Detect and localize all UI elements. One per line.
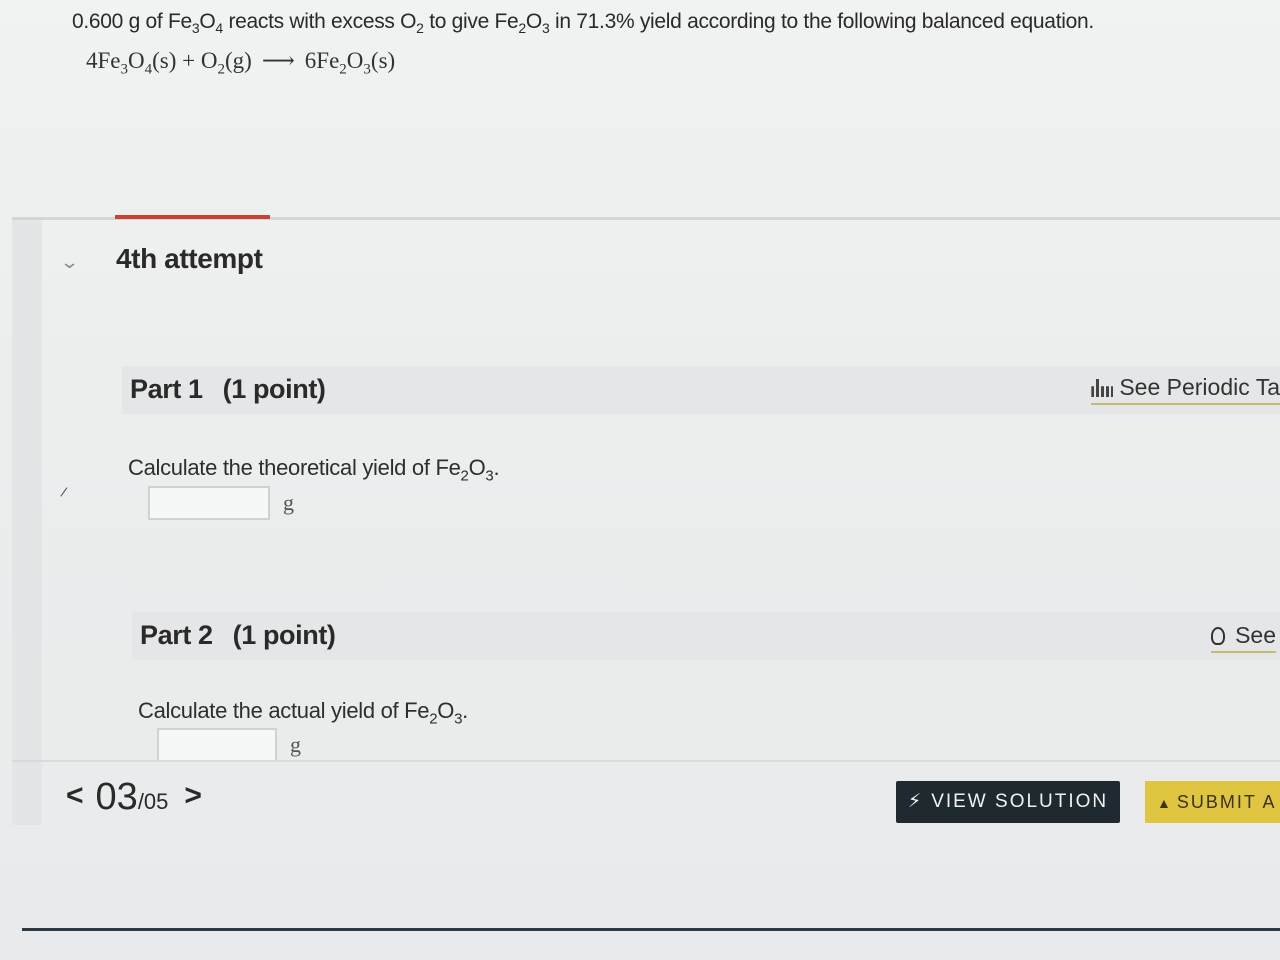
active-attempt-indicator [115, 215, 270, 219]
chevron-left-icon[interactable]: < [66, 779, 84, 813]
part2-header: Part 2 (1 point) See [132, 612, 1280, 660]
balanced-equation: 4Fe3O4(s) + O2(g) ⟶ 6Fe2O3(s) [86, 48, 396, 78]
question-text: 0.600 g of Fe3O4 reacts with excess O2 t… [72, 10, 1094, 37]
hint-link[interactable]: See [1211, 622, 1276, 653]
theoretical-yield-input[interactable] [148, 486, 270, 520]
pen-mark-icon: / [59, 483, 69, 501]
actual-yield-input[interactable] [157, 728, 277, 762]
lightbulb-icon [1211, 627, 1226, 645]
part1-header: Part 1 (1 point) See Periodic Ta [122, 366, 1280, 414]
part1-title: Part 1 (1 point) [130, 374, 326, 404]
footer-divider [12, 760, 1280, 762]
part2-unit: g [290, 732, 301, 757]
question-pager: <03/05 > [66, 776, 202, 819]
attempt-title[interactable]: 4th attempt [116, 243, 263, 275]
bottom-rule [22, 928, 1280, 931]
left-gutter [12, 220, 42, 825]
view-solution-button[interactable]: ⚡ VIEW SOLUTION [896, 781, 1120, 823]
chevron-down-icon[interactable]: ⌄ [60, 252, 80, 273]
lightning-icon: ⚡ [907, 791, 924, 812]
page-frame: 0.600 g of Fe3O4 reacts with excess O2 t… [0, 0, 1280, 960]
reaction-arrow: ⟶ [261, 48, 295, 73]
periodic-table-link[interactable]: See Periodic Ta [1091, 374, 1280, 405]
submit-answer-button[interactable]: ▲ SUBMIT A [1145, 781, 1280, 823]
chevron-right-icon[interactable]: > [184, 779, 202, 813]
part2-prompt: Calculate the actual yield of Fe2O3. [138, 698, 468, 728]
part1-prompt: Calculate the theoretical yield of Fe2O3… [128, 455, 500, 485]
periodic-table-icon [1091, 379, 1114, 397]
upload-icon: ▲ [1157, 795, 1173, 811]
current-question-number: 03 [95, 776, 138, 818]
part2-title: Part 2 (1 point) [140, 620, 336, 650]
part1-unit: g [283, 490, 294, 515]
total-questions: /05 [137, 789, 169, 814]
